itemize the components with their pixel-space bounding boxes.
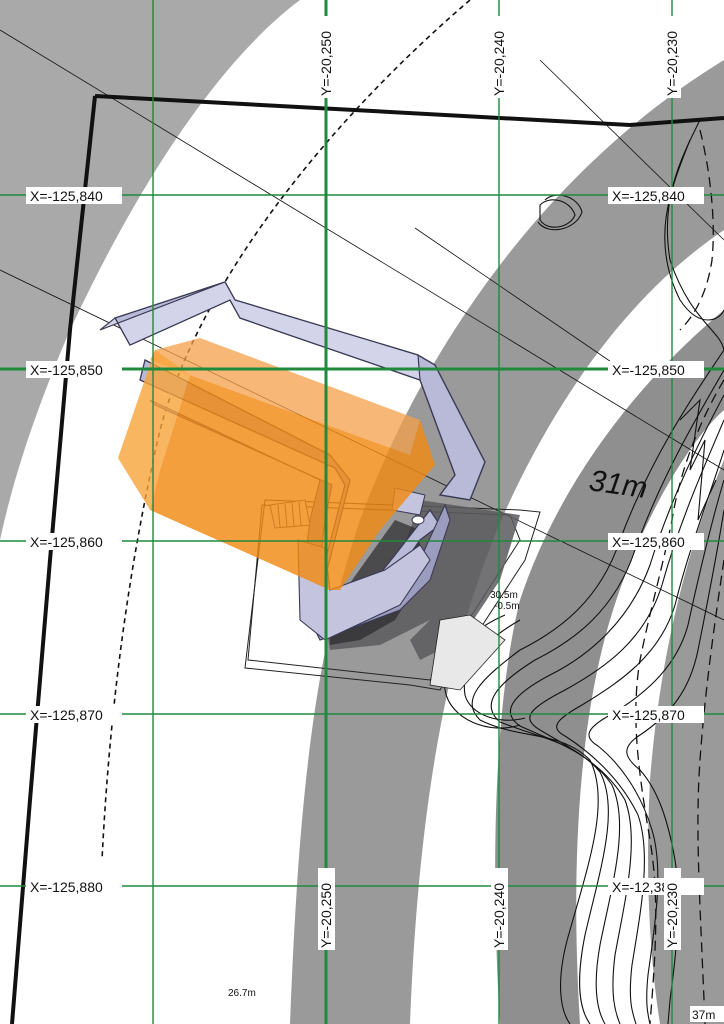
spot-elevation-label: 26.7m [228, 988, 256, 999]
grid-x-label: X=-125,880 [30, 879, 103, 895]
grid-labels-top: Y=-20,250 Y=-20,240 Y=-20,230 [318, 16, 681, 98]
grid-x-label-right: X=-125,870 [612, 707, 685, 723]
grid-x-label: X=-125,850 [30, 362, 103, 378]
grid-y-label: Y=-20,240 [491, 883, 507, 948]
grid-x-label: X=-125,840 [30, 188, 103, 204]
grid-x-label-right: X=-125,840 [612, 188, 685, 204]
grid-y-label: Y=-20,250 [318, 31, 334, 96]
depth-label-bottom: -0.5m [494, 601, 520, 612]
depth-label-top: 30.5m [490, 590, 518, 601]
grid-x-label: X=-125,870 [30, 707, 103, 723]
pavement-slab [429, 614, 506, 691]
grid-x-label: X=-125,860 [30, 534, 103, 550]
drain [411, 515, 425, 525]
grid-y-label: Y=-20,250 [318, 883, 334, 948]
grid-x-label-right: X=-125,850 [612, 362, 685, 378]
site-plan-map: X=-125,840 X=-125,850 X=-125,860 X=-125,… [0, 0, 724, 1024]
grid-x-label-right: X=-125,860 [612, 534, 685, 550]
grid-y-label: Y=-20,240 [491, 31, 507, 96]
corner-elevation-label: 37m [692, 1008, 715, 1022]
grid-y-label: Y=-20,230 [664, 31, 680, 96]
grid-y-label: Y=-20,230 [664, 883, 680, 948]
map-canvas: X=-125,840 X=-125,850 X=-125,860 X=-125,… [0, 0, 724, 1024]
